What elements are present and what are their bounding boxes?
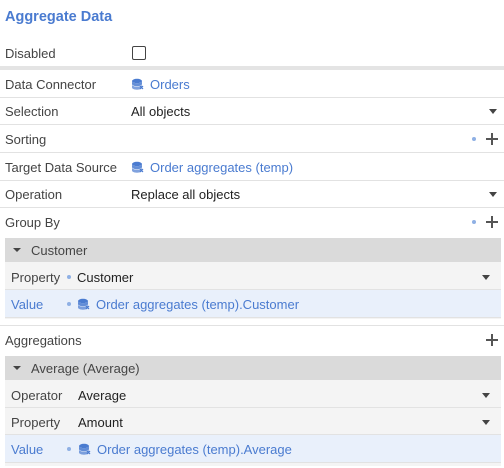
disabled-checkbox[interactable] (132, 46, 146, 60)
group-by-property-dropdown[interactable]: Property Customer (5, 262, 501, 290)
chevron-down-icon (482, 275, 490, 280)
add-aggregation-icon[interactable] (486, 334, 498, 346)
sorting-row: Sorting (0, 125, 504, 153)
property-value: Amount (78, 415, 123, 430)
operation-label: Operation (5, 187, 63, 202)
database-icon (77, 298, 90, 311)
panel-title: Aggregate Data (5, 9, 113, 25)
aggregations-label: Aggregations (5, 333, 82, 348)
selection-value: All objects (131, 104, 191, 119)
aggregation-value: Order aggregates (temp).Average (97, 442, 292, 457)
data-connector-label: Data Connector (5, 77, 97, 92)
collapse-icon[interactable] (13, 248, 21, 252)
chevron-down-icon (482, 420, 490, 425)
operation-value: Replace all objects (131, 187, 241, 202)
group-by-value-link[interactable]: Order aggregates (temp).Customer (77, 297, 299, 312)
chevron-down-icon (489, 192, 497, 197)
database-icon (78, 443, 91, 456)
aggregation-value-row: Value Order aggregates (temp).Average (5, 435, 501, 463)
group-by-value-row: Value Order aggregates (temp).Customer (5, 290, 501, 318)
data-connector-link[interactable]: Orders (131, 77, 190, 92)
database-icon (131, 161, 144, 174)
data-connector-row: Data Connector Orders (0, 70, 504, 98)
operation-dropdown[interactable]: Operation Replace all objects (0, 181, 504, 208)
collapse-icon[interactable] (13, 366, 21, 370)
target-data-source-label: Target Data Source (5, 160, 118, 175)
options-dot-icon[interactable] (67, 302, 71, 306)
database-icon (131, 78, 144, 91)
disabled-label: Disabled (5, 46, 56, 61)
group-by-item-body: Property Customer Value Order aggregates… (5, 262, 501, 319)
group-by-item-title: Customer (31, 243, 88, 258)
operator-value: Average (78, 388, 127, 403)
target-data-source-link[interactable]: Order aggregates (temp) (131, 160, 293, 175)
group-by-value: Order aggregates (temp).Customer (96, 297, 300, 312)
options-dot-icon[interactable] (472, 137, 476, 141)
property-label: Property (11, 270, 61, 285)
options-dot-icon[interactable] (67, 447, 71, 451)
value-label: Value (11, 442, 44, 457)
aggregation-item-title: Average (Average) (31, 361, 140, 376)
group-by-label: Group By (5, 215, 60, 230)
add-sorting-icon[interactable] (486, 133, 498, 145)
aggregation-item-header[interactable]: Average (Average) (5, 356, 501, 380)
options-dot-icon[interactable] (472, 220, 476, 224)
options-dot-icon[interactable] (67, 275, 71, 279)
selection-dropdown[interactable]: Selection All objects (0, 98, 504, 125)
group-by-item-header[interactable]: Customer (5, 238, 501, 262)
selection-label: Selection (5, 104, 59, 119)
sorting-label: Sorting (5, 132, 47, 147)
chevron-down-icon (482, 393, 490, 398)
target-data-source-value: Order aggregates (temp) (150, 160, 294, 175)
property-label: Property (11, 415, 61, 430)
target-data-source-row: Target Data Source Order aggregates (tem… (0, 153, 504, 181)
property-value: Customer (77, 270, 134, 285)
add-group-by-icon[interactable] (486, 216, 498, 228)
divider (0, 325, 504, 326)
chevron-down-icon (489, 109, 497, 114)
aggregation-property-dropdown[interactable]: Property Amount (5, 408, 501, 435)
aggregation-value-link[interactable]: Order aggregates (temp).Average (78, 442, 292, 457)
operator-label: Operator (11, 388, 63, 403)
data-connector-value: Orders (150, 77, 190, 92)
operator-dropdown[interactable]: Operator Average (5, 380, 501, 408)
aggregation-item-body: Operator Average Property Amount Value O… (5, 380, 501, 466)
value-label: Value (11, 297, 44, 312)
